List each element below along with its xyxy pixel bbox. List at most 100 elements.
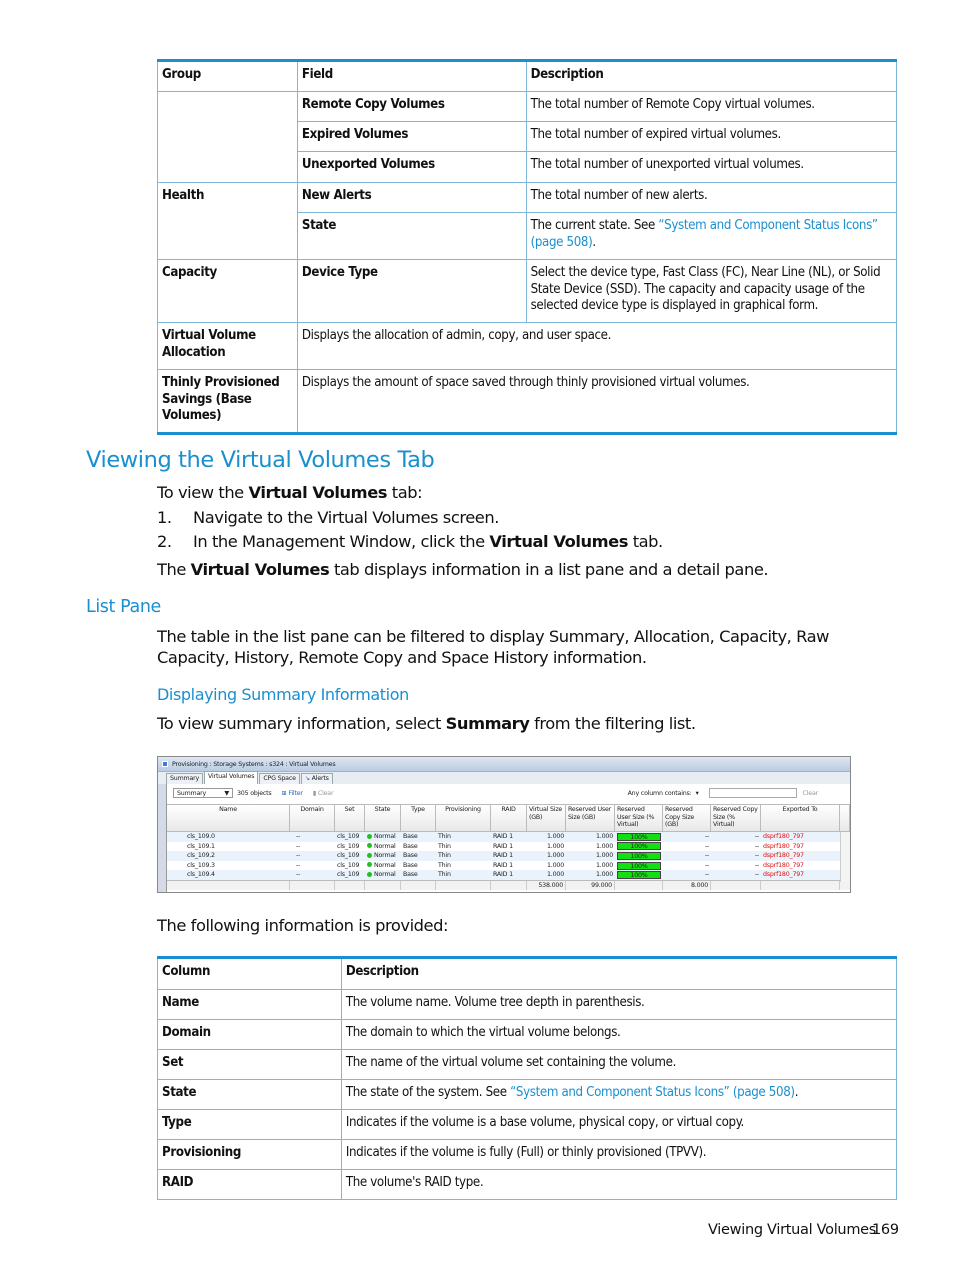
cell-prov: Thin: [438, 861, 451, 869]
description-cell: The total number of new alerts.: [525, 182, 898, 213]
field-cell: State: [296, 212, 527, 260]
cell-name: cls_109.1: [187, 842, 215, 850]
tab-cpg-space[interactable]: CPG Space: [259, 773, 300, 784]
column-name-cell: Set: [157, 1049, 342, 1080]
summary-info-text: To view summary information, select Summ…: [157, 714, 696, 733]
column-header-domain[interactable]: Domain: [290, 805, 335, 831]
volume-row[interactable]: cls_109.2 -- cls_109 Normal Base Thin RAID 1 1.…: [167, 851, 850, 861]
column-header-state[interactable]: State: [365, 805, 401, 831]
cell-vsize: 1.000: [546, 871, 564, 879]
status-icons-link[interactable]: “System and Component Status Icons” (pag…: [510, 1085, 795, 1100]
cell-raid: RAID 1: [493, 842, 513, 850]
column-header-type[interactable]: Type: [401, 805, 436, 831]
status-normal-icon: [367, 862, 372, 868]
table-row: Remote Copy Volumes The total number of …: [157, 91, 898, 183]
description-cell: The volume's RAID type.: [340, 1169, 898, 1200]
column-header-reserved-copy-size[interactable]: Reserved Copy Size (GB): [663, 805, 711, 831]
section-title: Viewing the Virtual Volumes Tab: [86, 447, 435, 473]
column-header-raid[interactable]: RAID: [491, 805, 527, 831]
table-row: Virtual Volume Allocation Displays the a…: [157, 322, 898, 370]
field-cell: New Alerts: [296, 182, 527, 213]
field-cell: Expired Volumes: [296, 121, 527, 152]
description-cell: The total number of Remote Copy virtual …: [525, 91, 898, 122]
cell-rupct: 100%: [617, 871, 661, 880]
search-label: Any column contains:: [627, 789, 692, 797]
volume-row[interactable]: cls_109.3 -- cls_109 Normal Base Thin RAID 1 1.…: [167, 861, 850, 871]
cell-vsize: 1.000: [546, 852, 564, 860]
table-row: Health New Alerts The total number of ne…: [157, 182, 898, 260]
column-header-virtual-size[interactable]: Virtual Size (GB): [527, 805, 566, 831]
table-row: Thinly Provisioned Savings (Base Volumes…: [157, 369, 898, 435]
column-header-provisioning[interactable]: Provisioning: [436, 805, 491, 831]
cell-name: cls_109.2: [187, 852, 215, 860]
cell-rusize: 1.000: [595, 871, 613, 879]
cell-raid: RAID 1: [493, 833, 513, 840]
cell-rcsize: --: [704, 852, 709, 860]
column-header-reserved-user-size[interactable]: Reserved User Size (GB): [566, 805, 615, 831]
volume-row[interactable]: cls_109.0 -- cls_109 Normal Base Thin RAID 1 1.…: [167, 832, 850, 842]
cell-rcpct: --: [754, 852, 759, 860]
cell-rcsize: --: [704, 861, 709, 869]
column-name-cell: Provisioning: [157, 1139, 342, 1170]
tab-virtual-volumes[interactable]: Virtual Volumes: [204, 771, 259, 784]
search-clear-button[interactable]: Clear: [803, 790, 819, 797]
cell-name: cls_109.3: [187, 861, 215, 869]
object-count: 305 objects: [237, 789, 272, 797]
list-pane-title: List Pane: [86, 597, 161, 617]
virtual-volumes-screenshot: Provisioning : Storage Systems : s324 : …: [157, 756, 851, 893]
cell-prov: Thin: [438, 852, 451, 860]
cell-exported: dsprf180_797: [763, 861, 804, 869]
clear-button[interactable]: ▮ Clear: [313, 790, 334, 797]
column-header-exported-to[interactable]: Exported To: [761, 805, 840, 831]
tab-summary[interactable]: Summary: [166, 773, 204, 784]
field-cell: Remote Copy Volumes: [296, 91, 527, 122]
table-header-row: Group Field Description: [157, 59, 898, 92]
table-row: Set The name of the virtual volume set co…: [157, 1049, 898, 1080]
column-name-cell: Name: [157, 989, 342, 1020]
column-search: Any column contains: ▾ Clear: [628, 788, 818, 798]
search-input[interactable]: [708, 788, 797, 798]
volume-row[interactable]: cls_109.4 -- cls_109 Normal Base Thin RAID 1 1.…: [167, 870, 850, 880]
column-header-name[interactable]: Name: [167, 805, 290, 831]
cell-name: cls_109.0: [187, 833, 215, 840]
step-2: 2. In the Management Window, click the Vi…: [157, 532, 663, 551]
volume-row[interactable]: cls_109.1 -- cls_109 Normal Base Thin RAID 1 1.…: [167, 842, 850, 852]
table-header-row: Column Description: [157, 956, 898, 990]
column-chooser[interactable]: [840, 805, 850, 831]
cell-set: cls_109: [337, 852, 360, 860]
cell-vsize: 1.000: [546, 861, 564, 869]
description-cell: Displays the allocation of admin, copy, …: [296, 322, 898, 370]
group-cell: Capacity: [157, 259, 298, 323]
column-header-reserved-user-pct[interactable]: Reserved User Size (% Virtual): [615, 805, 663, 831]
cell-exported: dsprf180_797: [763, 833, 804, 840]
column-header-set[interactable]: Set: [335, 805, 365, 831]
cell-set: cls_109: [337, 833, 360, 840]
cell-set: cls_109: [337, 871, 360, 879]
list-toolbar: Summary ▼ 305 objects ⊞ Filter ▮ Clear An…: [167, 784, 850, 802]
filter-button[interactable]: ⊞ Filter: [282, 790, 304, 797]
table-row: RAID The volume's RAID type.: [157, 1169, 898, 1200]
cell-raid: RAID 1: [493, 871, 513, 879]
tab-alerts[interactable]: ↘ Alerts: [300, 773, 333, 784]
cell-type: Base: [403, 871, 418, 879]
column-header-reserved-copy-pct[interactable]: Reserved Copy Size (% Virtual): [711, 805, 761, 831]
cell-exported: dsprf180_797: [763, 842, 804, 850]
cell-rusize: 1.000: [595, 852, 613, 860]
vertical-scrollbar[interactable]: [840, 832, 850, 882]
tab-bar: Summary Virtual Volumes CPG Space ↘ Aler…: [158, 771, 850, 784]
search-dropdown-icon[interactable]: ▾: [696, 790, 699, 797]
cell-rusize: 1.000: [595, 842, 613, 850]
filter-select[interactable]: Summary ▼: [173, 788, 233, 798]
group-cell: Virtual Volume Allocation: [157, 322, 298, 370]
cell-domain: --: [296, 861, 301, 869]
description-text: The current state. See: [530, 218, 659, 233]
grid-header: Name Domain Set State Type Provisioning …: [167, 804, 850, 832]
cell-rcsize: --: [704, 833, 709, 840]
cell-prov: Thin: [438, 871, 451, 879]
description-cell: The current state. See “System and Compo…: [525, 212, 898, 260]
description-text: .: [592, 234, 596, 250]
header-field: Field: [296, 59, 527, 92]
description-cell: The total number of unexported virtual v…: [525, 151, 898, 183]
cell-rcsize: --: [704, 871, 709, 879]
description-cell: Indicates if the volume is a base volume…: [340, 1109, 898, 1140]
